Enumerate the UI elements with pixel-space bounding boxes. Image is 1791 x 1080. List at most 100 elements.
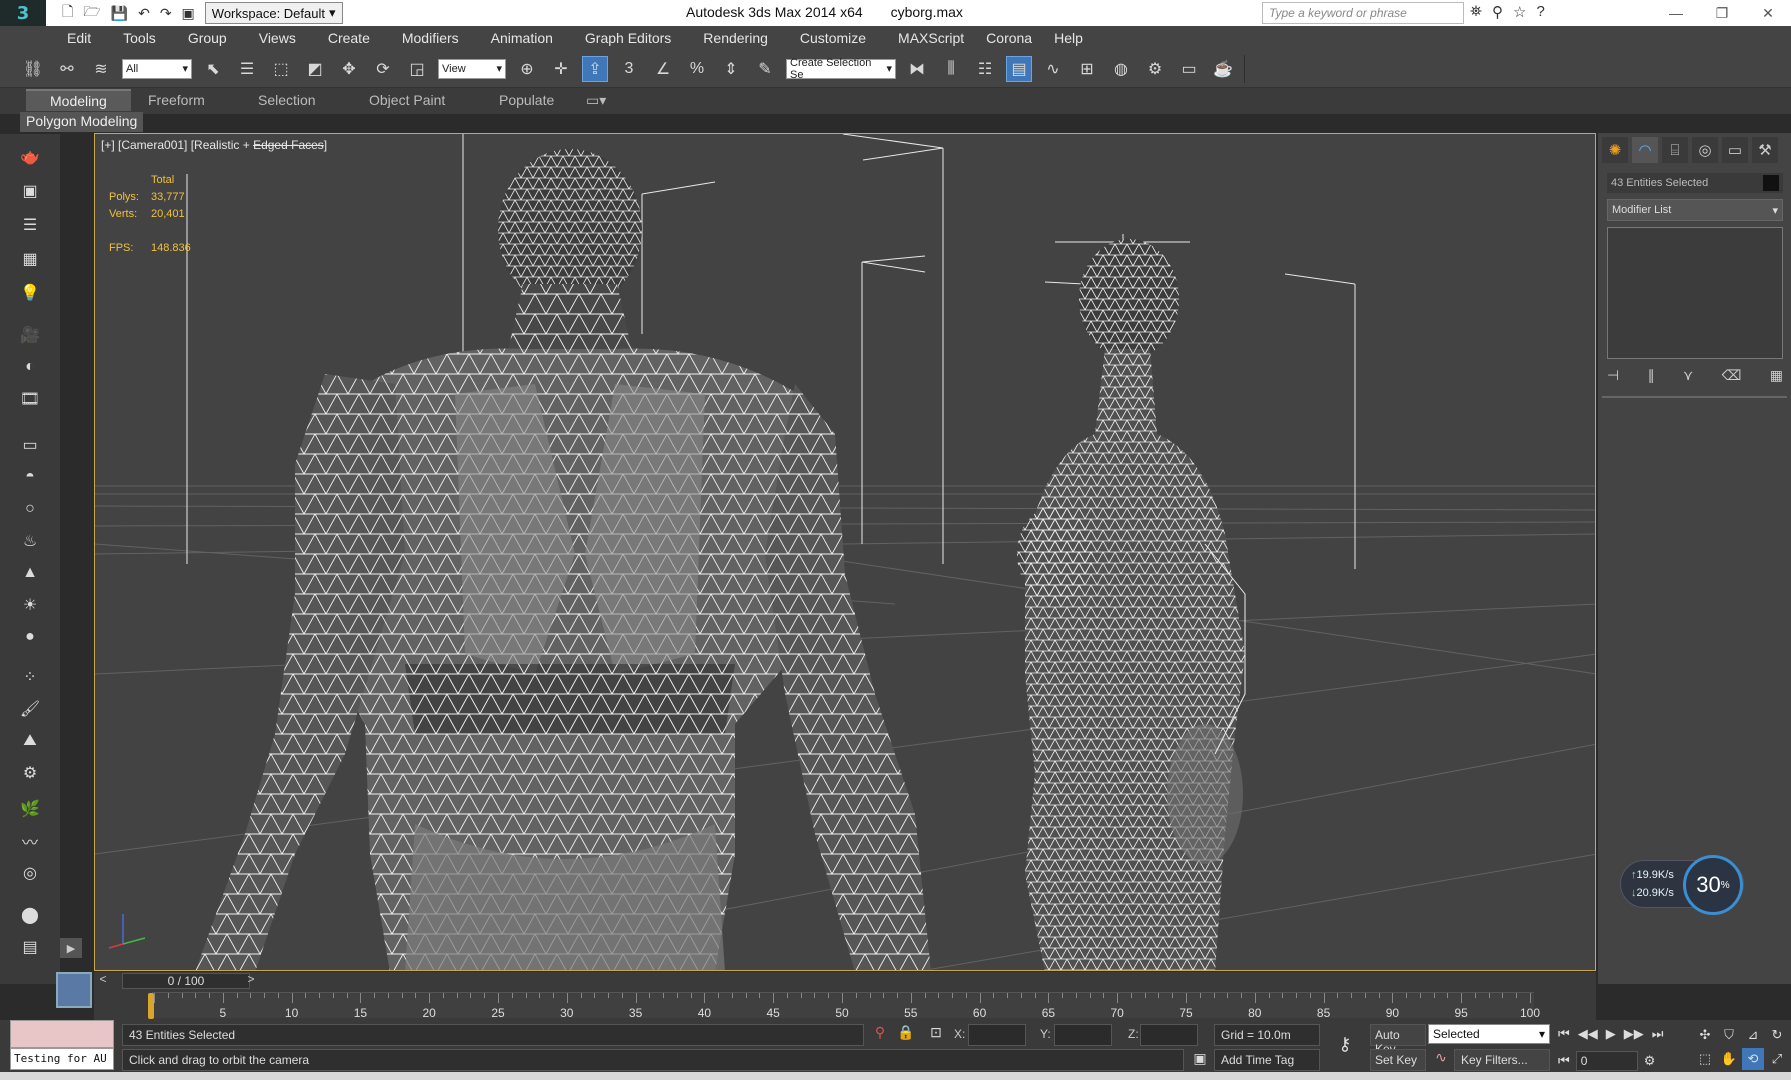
sphere-icon[interactable]: ○ (17, 496, 43, 522)
unlink-icon[interactable]: ⚯ (54, 56, 80, 82)
material-editor-icon[interactable]: ◍ (1108, 56, 1134, 82)
zoom-icon[interactable]: ✣ (1694, 1024, 1716, 1046)
key-filters-button[interactable]: Key Filters... (1454, 1049, 1550, 1071)
previous-key-icon[interactable]: ◀◀ (1578, 1026, 1598, 1042)
teapot-icon[interactable]: 🫖 (17, 144, 43, 170)
link-icon[interactable]: ⛓ (20, 56, 46, 82)
make-unique-icon[interactable]: ⋎ (1683, 367, 1693, 384)
motion-tab-icon[interactable]: ◎ (1692, 137, 1718, 163)
x-coordinate-field[interactable] (968, 1024, 1026, 1046)
mini-curve-editor-icon[interactable] (56, 972, 92, 1008)
spinner-snap-icon[interactable]: ⇕ (718, 56, 744, 82)
dolly-icon[interactable]: ⬚ (1694, 1048, 1716, 1070)
network-speed-widget[interactable]: ↑19.9K/s ↓20.9K/s 30% (1620, 855, 1744, 915)
current-frame-field[interactable]: 0 (1575, 1051, 1638, 1071)
create-tab-icon[interactable]: ✺ (1602, 137, 1628, 163)
render-production-icon[interactable]: ☕ (1210, 56, 1236, 82)
maxscript-listener-input[interactable] (10, 1020, 114, 1048)
modify-tab-icon[interactable]: ◠ (1632, 137, 1658, 163)
play-toggle-icon[interactable]: ▶ (60, 938, 82, 958)
previous-frame-icon[interactable]: < (96, 972, 110, 990)
project-icon[interactable]: ▣ (182, 5, 195, 22)
window-crossing-icon[interactable]: ◩ (302, 56, 328, 82)
field-of-view-icon[interactable]: ⊿ (1742, 1024, 1764, 1046)
modifier-stack[interactable] (1607, 227, 1783, 359)
new-file-icon[interactable]: 🗋 (62, 1, 73, 25)
menu-graph-editors[interactable]: Graph Editors (585, 30, 671, 46)
angle-snap-icon[interactable]: ∠ (650, 56, 676, 82)
viewport-camera[interactable]: [+] [Camera001] [Realistic + Edged Faces… (94, 133, 1596, 971)
app-logo[interactable]: 3 (0, 0, 46, 26)
rendered-frame-icon[interactable]: ▭ (1176, 56, 1202, 82)
time-slider[interactable]: < 0 / 100 > (94, 972, 1596, 990)
menu-create[interactable]: Create (328, 30, 370, 46)
add-time-tag-button[interactable]: Add Time Tag (1214, 1049, 1320, 1071)
search-input[interactable]: Type a keyword or phrase (1262, 2, 1464, 24)
curve-icon[interactable]: ∿ (1430, 1049, 1452, 1071)
layer-manager-icon[interactable]: ☷ (972, 56, 998, 82)
hierarchy-tab-icon[interactable]: ⌸ (1662, 137, 1688, 163)
key-mode-toggle-icon[interactable]: ⏮ (1558, 1053, 1570, 1069)
table-icon[interactable]: ▦ (17, 246, 43, 272)
cone-icon[interactable]: ▲ (17, 560, 43, 586)
restore-icon[interactable]: ❐ (1699, 0, 1745, 26)
ref-coord-dropdown[interactable]: View ▾ (438, 58, 506, 79)
sphere-light-icon[interactable]: ● (17, 624, 43, 650)
menu-modifiers[interactable]: Modifiers (402, 30, 459, 46)
ribbon-options-icon[interactable]: ▭▾ (586, 92, 606, 109)
grid-table-icon[interactable]: ▤ (17, 934, 43, 960)
selection-lock-icon[interactable]: 🔒 (896, 1024, 916, 1046)
maxscript-output[interactable]: Testing for AU (10, 1048, 114, 1070)
schematic-view-icon[interactable]: ⊞ (1074, 56, 1100, 82)
go-to-start-icon[interactable]: ⏮ (1558, 1026, 1570, 1042)
gear-icon[interactable]: ⚙ (17, 760, 43, 786)
teapot-primitive-icon[interactable]: ♨ (17, 528, 43, 554)
camera-icon[interactable]: 🎥 (17, 322, 43, 348)
render-setup-icon[interactable]: ⚙ (1142, 56, 1168, 82)
auto-key-button[interactable]: Auto Key (1370, 1024, 1426, 1056)
pivot-center-icon[interactable]: ⊕ (514, 56, 540, 82)
next-key-icon[interactable]: ▶▶ (1624, 1026, 1644, 1042)
zoom-all-icon[interactable]: ⛉ (1718, 1024, 1740, 1046)
video-post-icon[interactable]: 🎞 (17, 386, 43, 412)
move-icon[interactable]: ✥ (336, 56, 362, 82)
z-coordinate-field[interactable] (1140, 1024, 1198, 1046)
align-icon[interactable]: ⫼ (938, 56, 964, 82)
menu-group[interactable]: Group (188, 30, 227, 46)
orbit-icon[interactable]: ↻ (1766, 1024, 1788, 1046)
tab-object-paint[interactable]: Object Paint (369, 92, 445, 108)
rect-selection-icon[interactable]: ⬚ (268, 56, 294, 82)
play-icon[interactable]: ▶ (1606, 1026, 1616, 1042)
polygon-modeling-panel[interactable]: Polygon Modeling (20, 112, 144, 132)
snaps-toggle-icon[interactable]: 3 (616, 56, 642, 82)
save-icon[interactable]: 💾 (111, 5, 128, 22)
plane-icon[interactable]: ▭ (17, 432, 43, 458)
menu-tools[interactable]: Tools (123, 30, 156, 46)
display-tab-icon[interactable]: ▭ (1722, 137, 1748, 163)
viewport-label[interactable]: [+] [Camera001] [Realistic + Edged Faces… (101, 138, 327, 152)
rotate-icon[interactable]: ⟳ (370, 56, 396, 82)
undo-icon[interactable]: ↶ (138, 5, 150, 22)
edit-named-selection-icon[interactable]: ✎ (752, 56, 778, 82)
bind-spacewarp-icon[interactable]: ≋ (88, 56, 114, 82)
menu-customize[interactable]: Customize (800, 30, 866, 46)
scale-icon[interactable]: ◲ (404, 56, 430, 82)
particles-icon[interactable]: ⁘ (17, 664, 43, 690)
key-mode-dropdown[interactable]: Selected ▾ (1428, 1024, 1550, 1044)
menu-corona[interactable]: Corona (986, 30, 1032, 46)
percent-snap-icon[interactable]: % (684, 56, 710, 82)
key-tool-icon[interactable]: ⚲ (1492, 3, 1503, 21)
time-tag-icon[interactable]: ▣ (1190, 1050, 1210, 1072)
orbit-camera-icon[interactable]: ⟲ (1742, 1048, 1764, 1070)
menu-animation[interactable]: Animation (491, 30, 553, 46)
pin-stack-icon[interactable]: ⊣ (1607, 367, 1619, 384)
texture-icon[interactable]: ◎ (17, 860, 43, 886)
time-config-icon[interactable]: ⚙ (1644, 1053, 1656, 1069)
tab-freeform[interactable]: Freeform (148, 92, 205, 108)
y-coordinate-field[interactable] (1054, 1024, 1112, 1046)
isolate-selection-icon[interactable]: ⚲ (870, 1024, 890, 1046)
plant-icon[interactable]: 🌿 (17, 796, 43, 822)
close-icon[interactable]: ✕ (1745, 0, 1791, 26)
keyboard-shortcut-override-icon[interactable]: ⇪ (582, 55, 608, 82)
hemisphere-icon[interactable]: ◓ (17, 464, 43, 490)
